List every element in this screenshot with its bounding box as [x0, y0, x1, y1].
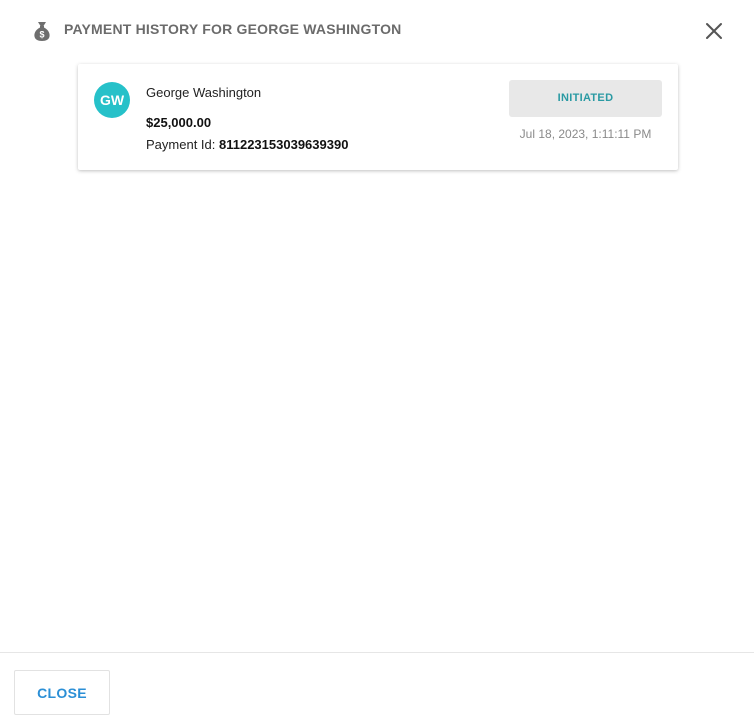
dialog-footer: CLOSE: [0, 652, 754, 725]
dialog-header: $ PAYMENT HISTORY FOR GEORGE WASHINGTON: [0, 0, 754, 62]
payment-list: GW George Washington $25,000.00 Payment …: [0, 62, 754, 652]
payment-history-dialog: $ PAYMENT HISTORY FOR GEORGE WASHINGTON …: [0, 0, 754, 725]
payment-id-value: 811223153039639390: [219, 137, 349, 152]
avatar: GW: [94, 82, 130, 118]
payment-amount: $25,000.00: [146, 115, 212, 130]
svg-text:$: $: [39, 30, 44, 40]
payer-name: George Washington: [146, 85, 262, 100]
payment-timestamp: Jul 18, 2023, 1:11:11 PM: [519, 127, 652, 141]
status-badge: INITIATED: [509, 80, 662, 117]
payment-card: GW George Washington $25,000.00 Payment …: [78, 64, 678, 170]
payment-id-row: Payment Id: 811223153039639390: [146, 137, 348, 152]
money-bag-icon: $: [31, 20, 53, 42]
payment-id-label: Payment Id:: [146, 137, 216, 152]
close-icon[interactable]: [702, 19, 726, 43]
close-button[interactable]: CLOSE: [14, 670, 110, 715]
dialog-title: PAYMENT HISTORY FOR GEORGE WASHINGTON: [64, 21, 402, 37]
